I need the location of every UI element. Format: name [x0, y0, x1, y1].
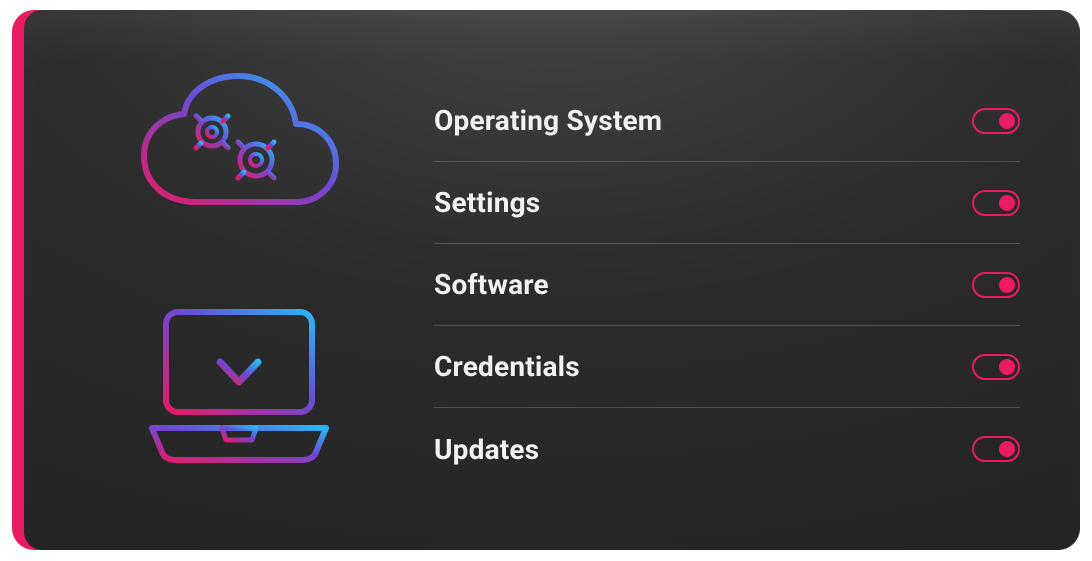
left-icon-column: [24, 10, 424, 550]
settings-list: Operating System Settings Software Crede…: [424, 10, 1080, 550]
row-label: Software: [434, 268, 549, 301]
row-label: Settings: [434, 186, 540, 219]
toggle-software[interactable]: [972, 272, 1020, 298]
toggle-operating-system[interactable]: [972, 108, 1020, 134]
row-label: Operating System: [434, 104, 662, 137]
cloud-gears-icon: [134, 70, 344, 230]
settings-card: Operating System Settings Software Crede…: [12, 10, 1080, 550]
row-operating-system: Operating System: [434, 80, 1020, 162]
toggle-updates[interactable]: [972, 436, 1020, 462]
row-updates: Updates: [434, 408, 1020, 490]
row-label: Credentials: [434, 350, 580, 383]
row-settings: Settings: [434, 162, 1020, 244]
toggle-settings[interactable]: [972, 190, 1020, 216]
laptop-download-icon: [134, 300, 344, 470]
toggle-credentials[interactable]: [972, 354, 1020, 380]
row-label: Updates: [434, 433, 539, 466]
row-credentials: Credentials: [434, 326, 1020, 408]
row-software: Software: [434, 244, 1020, 326]
settings-panel: Operating System Settings Software Crede…: [24, 10, 1080, 550]
